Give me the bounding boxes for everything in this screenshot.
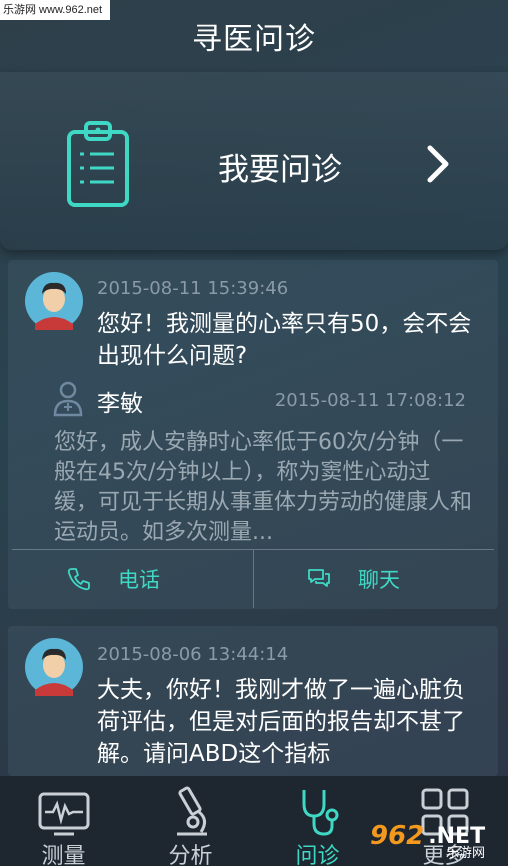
tab-measure[interactable]: 测量	[0, 776, 127, 866]
consult-button[interactable]: 我要问诊	[0, 72, 508, 250]
reply-text: 您好，成人安静时心率低于60次/分钟（一般在45次/分钟以上），称为窦性心动过缓…	[54, 430, 473, 545]
clipboard-icon	[67, 121, 129, 207]
brand-subtitle: 乐游网	[446, 846, 486, 861]
chat-label: 聊天	[358, 568, 400, 592]
doctor-name: 李敏	[97, 391, 143, 417]
tab-consult[interactable]: 问诊	[254, 776, 381, 866]
question-text: 您好！我测量的心率只有50，会不会出现什么问题?	[97, 311, 472, 369]
chat-icon	[308, 569, 330, 587]
tab-label: 问诊	[295, 844, 340, 866]
consult-label: 我要问诊	[218, 152, 342, 188]
chat-button[interactable]: 聊天	[306, 550, 400, 608]
tab-analysis[interactable]: 分析	[127, 776, 254, 866]
consultation-post[interactable]: 2015-08-06 13:44:14 大夫，你好！我刚才做了一遍心脏负荷评估，…	[8, 626, 498, 776]
reply-timestamp: 2015-08-11 17:08:12	[274, 390, 466, 411]
avatar	[25, 272, 83, 330]
phone-icon	[67, 568, 90, 591]
ecg-monitor-icon	[38, 792, 90, 836]
divider	[253, 550, 254, 608]
watermark-text: 乐游网 www.962.net	[0, 0, 110, 20]
brand-number: 962	[370, 821, 425, 851]
tab-label: 分析	[168, 844, 213, 866]
stethoscope-icon	[302, 790, 339, 836]
question-text: 大夫，你好！我刚才做了一遍心脏负荷评估，但是对后面的报告却不甚了解。请问ABD这…	[97, 677, 465, 767]
phone-button[interactable]: 电话	[66, 550, 160, 608]
chevron-right-icon	[427, 145, 449, 183]
microscope-icon	[177, 786, 207, 836]
phone-label: 电话	[118, 568, 160, 592]
doctor-icon	[53, 381, 83, 417]
tab-label: 测量	[41, 844, 86, 866]
consultation-post[interactable]: 2015-08-11 15:39:46 您好！我测量的心率只有50，会不会出现什…	[8, 260, 498, 609]
avatar	[25, 638, 83, 696]
page-title: 寻医问诊	[192, 22, 316, 57]
post-timestamp: 2015-08-11 15:39:46	[97, 278, 289, 299]
post-timestamp: 2015-08-06 13:44:14	[97, 644, 289, 665]
